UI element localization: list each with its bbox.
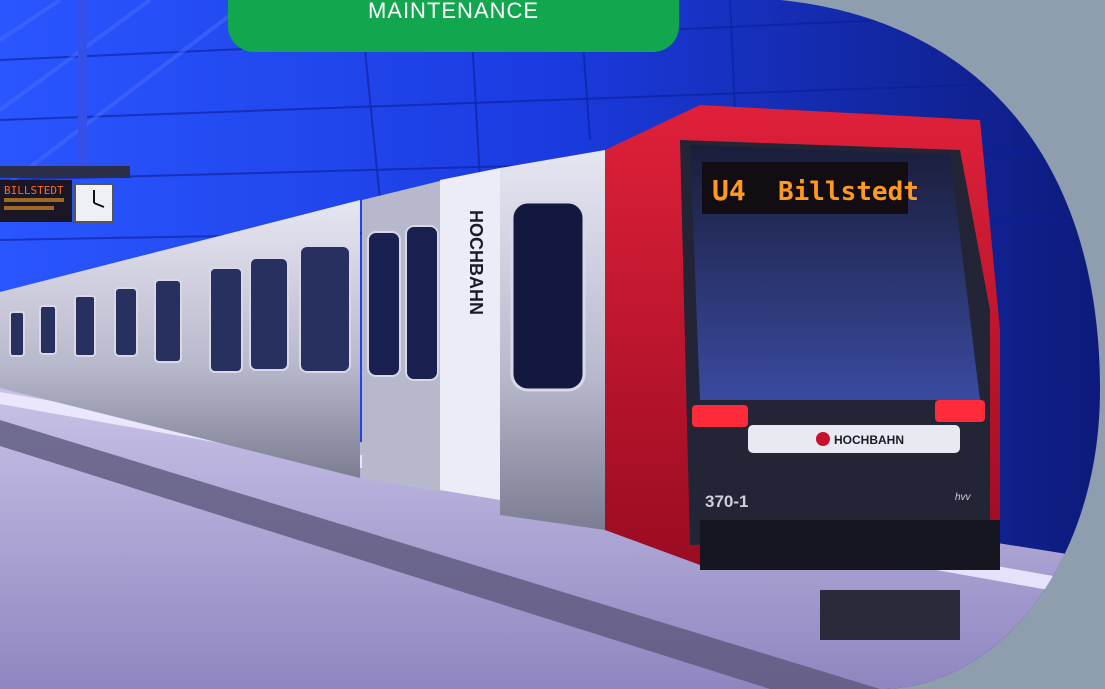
- badge-label: MAINTENANCE: [367, 0, 540, 23]
- maintenance-badge: MAINTENANCE: [228, 0, 679, 52]
- car-number: 370-1: [705, 492, 748, 511]
- train-photo: BILLSTEDT HOCHBAHN U4 Billstedt HOCHBAHN…: [0, 0, 1105, 689]
- brand-mark: hvv: [955, 492, 972, 503]
- line-number: U4: [712, 174, 746, 207]
- side-logo: HOCHBAHN: [466, 210, 486, 315]
- platform-sign-text: BILLSTEDT: [4, 184, 64, 197]
- destination-text: Billstedt: [778, 177, 919, 207]
- front-logo: HOCHBAHN: [834, 433, 904, 447]
